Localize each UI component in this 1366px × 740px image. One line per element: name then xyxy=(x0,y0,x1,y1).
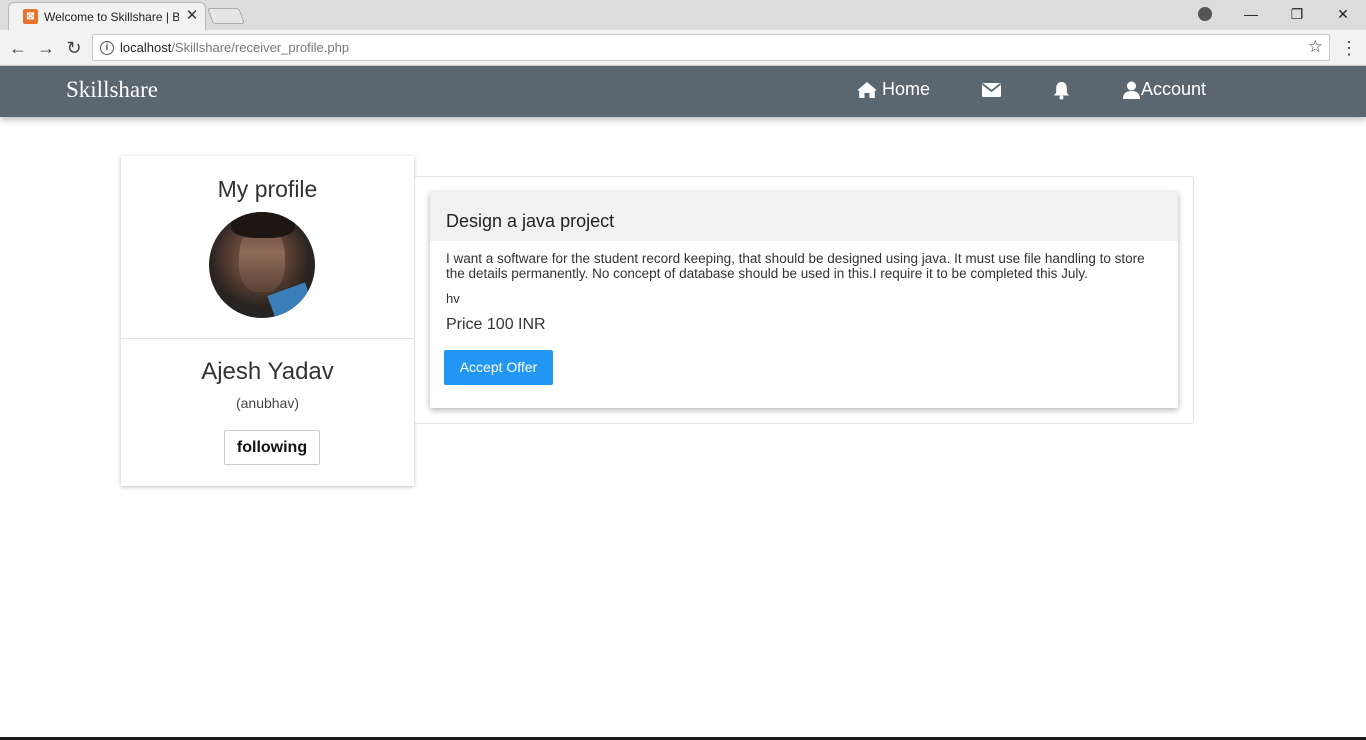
nav-home-label: Home xyxy=(882,79,931,99)
xampp-favicon-icon: ⊠ xyxy=(23,9,38,24)
offer-title: Design a java project xyxy=(446,211,615,231)
site-navbar: Skillshare Home Account xyxy=(0,66,1366,117)
envelope-icon xyxy=(982,83,1001,97)
offer-note: hv xyxy=(446,291,460,306)
back-arrow-icon[interactable]: ← xyxy=(6,36,30,60)
following-button[interactable]: following xyxy=(224,430,320,465)
browser-toolbar: ← → ↻ i localhost/Skillshare/receiver_pr… xyxy=(0,30,1366,66)
site-info-icon[interactable]: i xyxy=(100,41,114,55)
tab-title: Welcome to Skillshare | B xyxy=(44,10,179,24)
browser-tabstrip: ⊠ Welcome to Skillshare | B ✕ — ❐ ✕ xyxy=(0,0,1366,30)
offer-price: Price 100 INR xyxy=(446,316,546,333)
browser-profile-icon[interactable] xyxy=(1198,7,1212,21)
offer-description: I want a software for the student record… xyxy=(446,251,1145,281)
url-text[interactable]: localhost/Skillshare/receiver_profile.ph… xyxy=(120,40,349,55)
nav-account-label: Account xyxy=(1141,79,1207,99)
url-path: /Skillshare/receiver_profile.php xyxy=(171,40,350,55)
minimize-icon[interactable]: — xyxy=(1228,0,1274,28)
site-brand[interactable]: Skillshare xyxy=(66,77,158,103)
nav-home-link[interactable]: Home xyxy=(856,79,930,100)
url-host: localhost xyxy=(120,40,172,55)
bookmark-star-icon[interactable]: ☆ xyxy=(1308,37,1323,57)
nav-account-link[interactable]: Account xyxy=(1122,79,1206,100)
restore-icon[interactable]: ❐ xyxy=(1274,0,1320,28)
avatar xyxy=(209,212,315,318)
profile-divider xyxy=(121,338,414,339)
home-icon xyxy=(857,81,877,98)
offer-card: Design a java project I want a software … xyxy=(430,192,1178,408)
offer-header: Design a java project xyxy=(430,192,1178,241)
nav-notifications-link[interactable] xyxy=(1053,81,1070,100)
profile-name: Ajesh Yadav xyxy=(201,358,334,385)
tab-close-icon[interactable]: ✕ xyxy=(183,7,201,25)
accept-offer-button[interactable]: Accept Offer xyxy=(444,350,553,385)
bell-icon xyxy=(1054,82,1069,100)
window-close-icon[interactable]: ✕ xyxy=(1320,0,1366,28)
user-icon xyxy=(1123,81,1140,99)
nav-messages-link[interactable] xyxy=(982,83,1001,97)
browser-menu-icon[interactable]: ⋮ xyxy=(1340,36,1358,60)
browser-tab[interactable]: ⊠ Welcome to Skillshare | B ✕ xyxy=(8,2,206,30)
reload-icon[interactable]: ↻ xyxy=(62,36,86,60)
profile-card: My profile Ajesh Yadav (anubhav) followi… xyxy=(121,156,414,486)
new-tab-button[interactable] xyxy=(207,8,245,24)
forward-arrow-icon[interactable]: → xyxy=(34,36,58,60)
profile-username: (anubhav) xyxy=(235,395,300,411)
profile-heading: My profile xyxy=(217,176,318,202)
address-bar[interactable]: i localhost/Skillshare/receiver_profile.… xyxy=(92,34,1330,61)
